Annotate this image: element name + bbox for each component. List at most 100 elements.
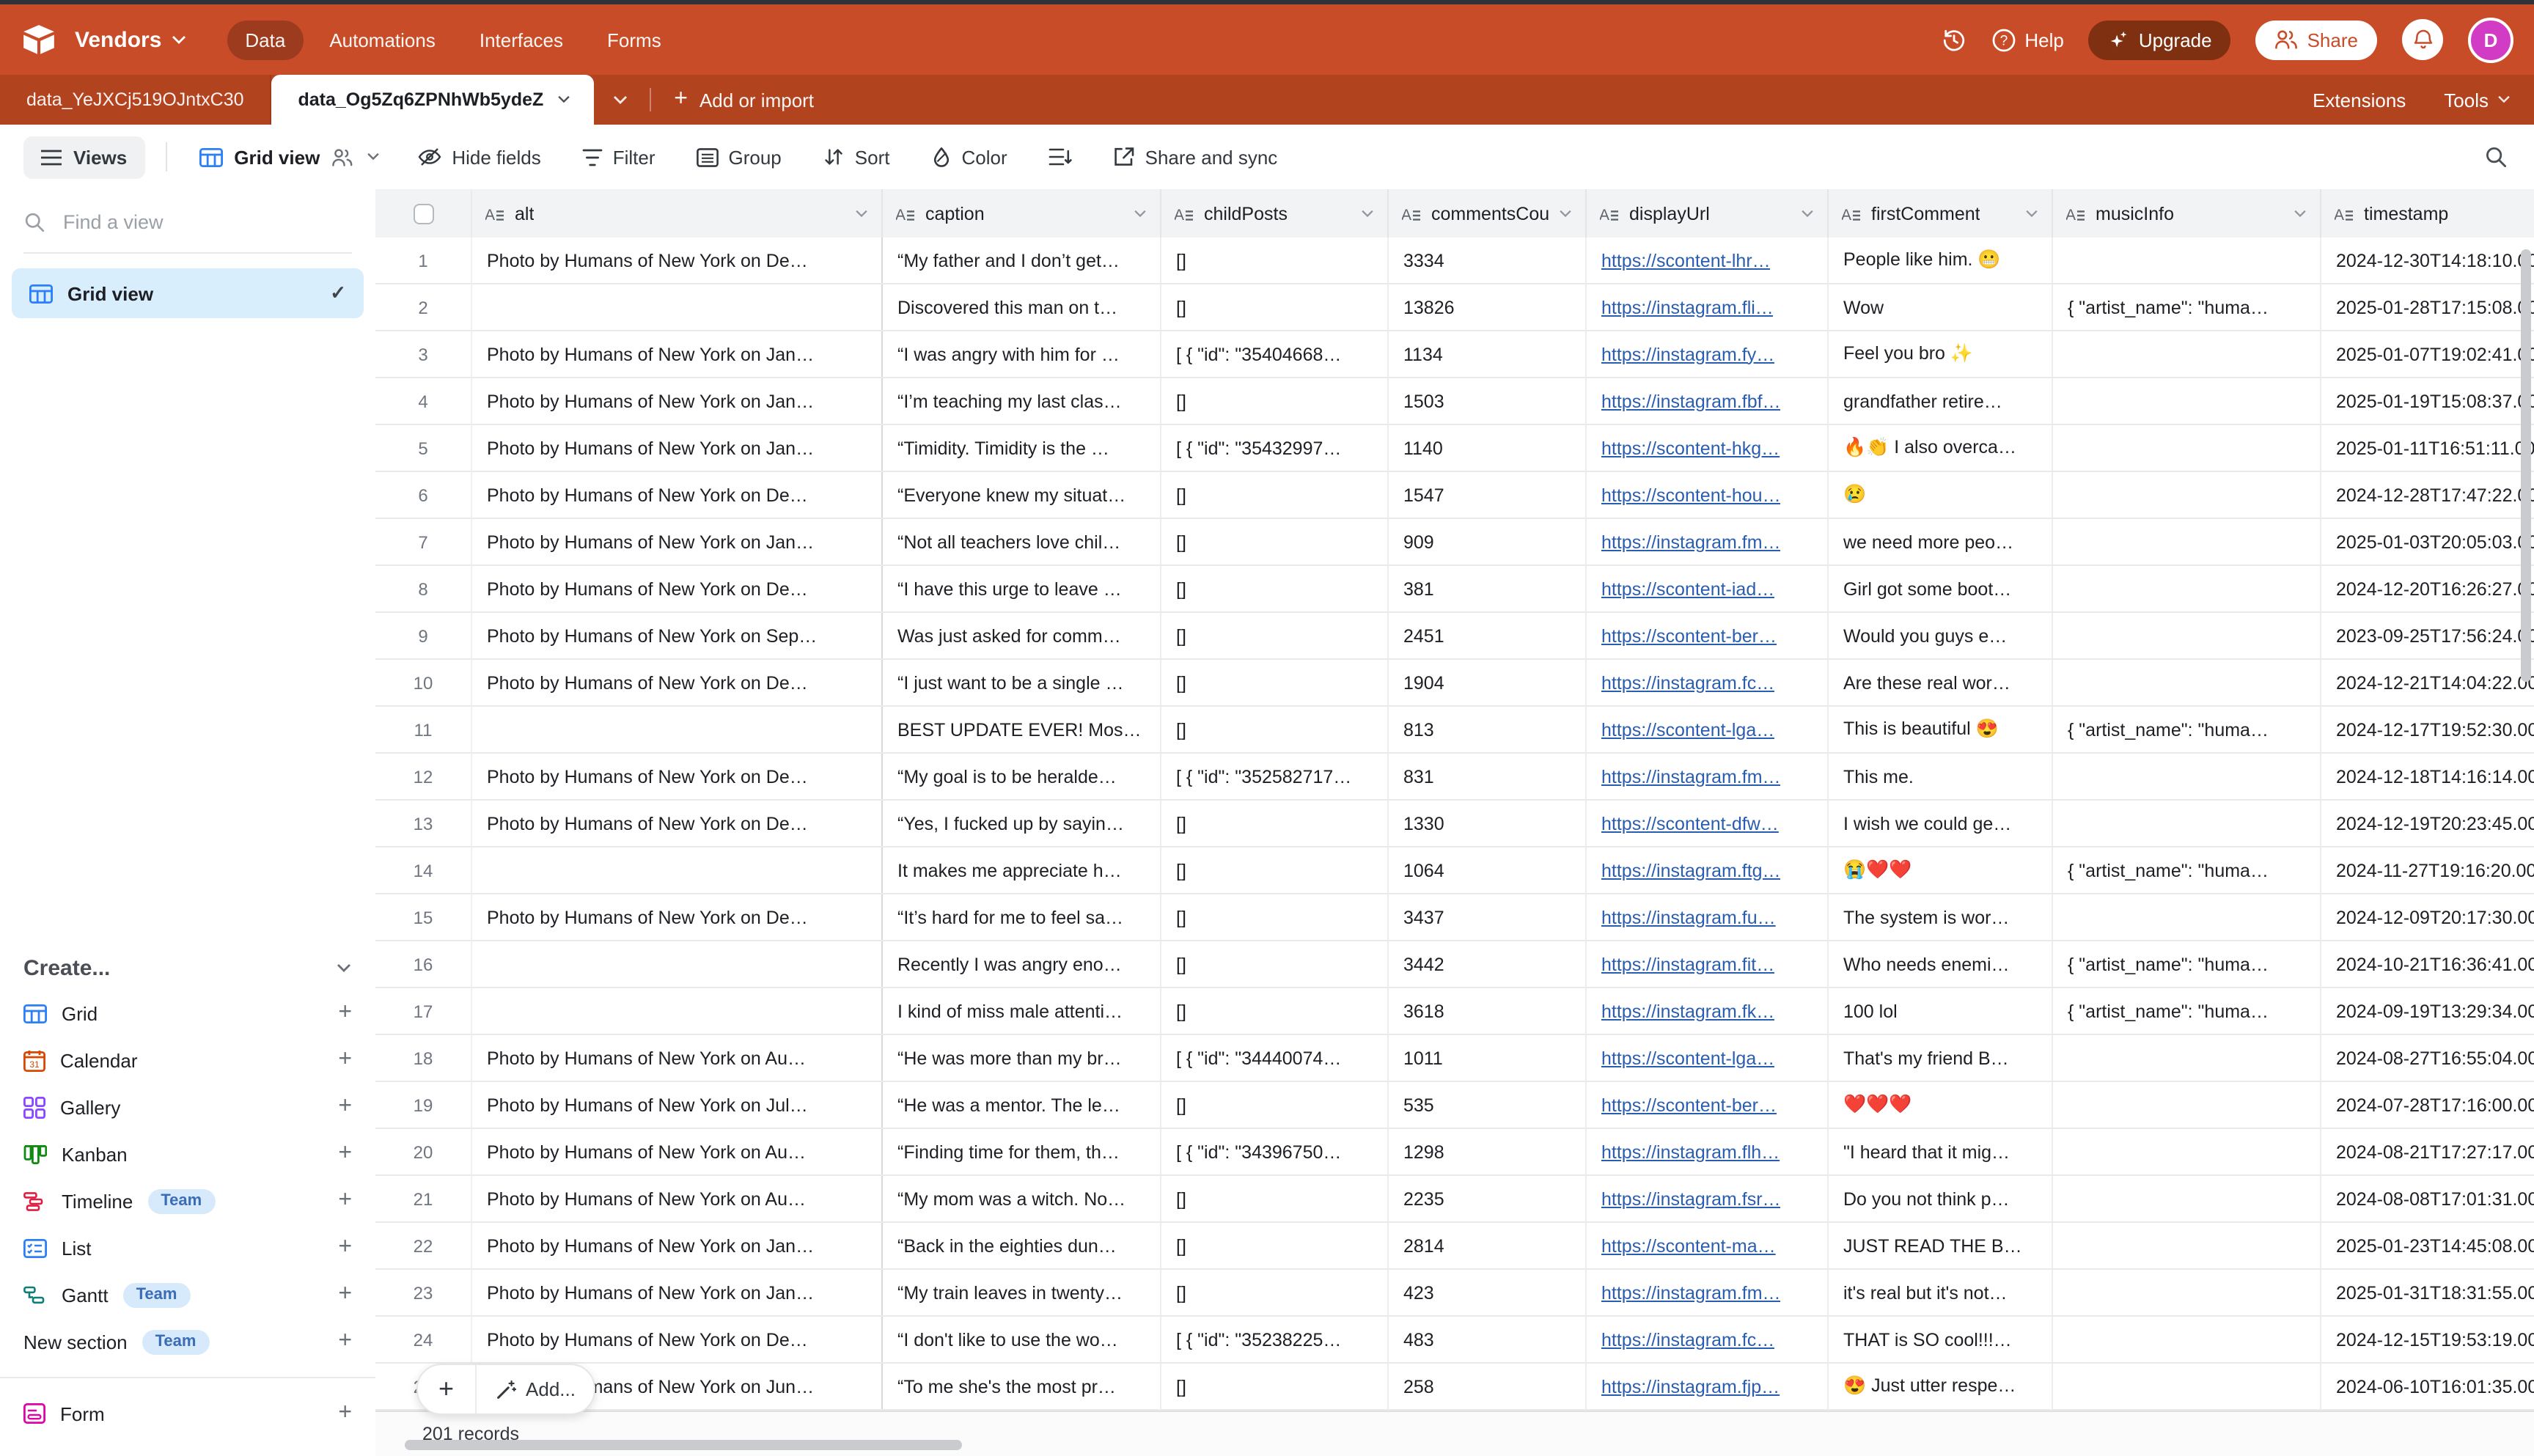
- cell-firstcomment[interactable]: This is beautiful 😍: [1829, 707, 2053, 752]
- cell-timestamp[interactable]: 2024-08-27T16:55:04.000Z: [2321, 1035, 2534, 1081]
- table-row[interactable]: 12Photo by Humans of New York on De…“My …: [375, 754, 2534, 801]
- cell-alt[interactable]: [472, 848, 883, 893]
- table-row[interactable]: 15Photo by Humans of New York on De…“It’…: [375, 894, 2534, 941]
- cell-musicinfo[interactable]: { "artist_name": "huma…: [2053, 848, 2321, 893]
- checkbox-icon[interactable]: [413, 203, 433, 224]
- cell-musicinfo[interactable]: [2053, 1035, 2321, 1081]
- cell-caption[interactable]: “My train leaves in twenty…: [883, 1270, 1161, 1315]
- cell-displayurl[interactable]: https://scontent-lga…: [1587, 707, 1829, 752]
- tools-button[interactable]: Tools: [2444, 89, 2511, 111]
- cell-timestamp[interactable]: 2024-08-21T17:27:17.000Z: [2321, 1129, 2534, 1174]
- cell-commentscount[interactable]: 909: [1389, 519, 1587, 565]
- vertical-scrollbar[interactable]: [2521, 249, 2531, 682]
- cell-childposts[interactable]: []: [1161, 1364, 1389, 1409]
- add-with-ai-button[interactable]: Add...: [476, 1365, 595, 1413]
- cell-displayurl[interactable]: https://instagram.fsr…: [1587, 1176, 1829, 1221]
- cell-musicinfo[interactable]: [2053, 613, 2321, 658]
- cell-caption[interactable]: Recently I was angry eno…: [883, 941, 1161, 987]
- horizontal-scrollbar[interactable]: [405, 1440, 962, 1450]
- cell-alt[interactable]: [472, 284, 883, 330]
- cell-displayurl[interactable]: https://scontent-ber…: [1587, 613, 1829, 658]
- workspace-menu[interactable]: Vendors: [75, 27, 186, 52]
- cell-childposts[interactable]: []: [1161, 894, 1389, 940]
- cell-timestamp[interactable]: 2024-12-17T19:52:30.000Z: [2321, 707, 2534, 752]
- table-row[interactable]: 5Photo by Humans of New York on Jan…“Tim…: [375, 425, 2534, 472]
- cell-childposts[interactable]: []: [1161, 284, 1389, 330]
- cell-timestamp[interactable]: 2025-01-07T19:02:41.000Z: [2321, 331, 2534, 377]
- cell-timestamp[interactable]: 2024-12-20T16:26:27.000Z: [2321, 566, 2534, 611]
- share-and-sync-button[interactable]: Share and sync: [1098, 137, 1293, 177]
- cell-alt[interactable]: [472, 941, 883, 987]
- cell-caption[interactable]: “I don't like to use the wo…: [883, 1317, 1161, 1362]
- cell-caption[interactable]: “To me she's the most pr…: [883, 1364, 1161, 1409]
- nav-forms[interactable]: Forms: [590, 20, 679, 59]
- cell-caption[interactable]: “Everyone knew my situat…: [883, 472, 1161, 518]
- cell-musicinfo[interactable]: [2053, 894, 2321, 940]
- cell-timestamp[interactable]: 2025-01-28T17:15:08.000Z: [2321, 284, 2534, 330]
- cell-firstcomment[interactable]: Wow: [1829, 284, 2053, 330]
- cell-childposts[interactable]: []: [1161, 988, 1389, 1034]
- cell-commentscount[interactable]: 1330: [1389, 801, 1587, 846]
- nav-interfaces[interactable]: Interfaces: [462, 20, 581, 59]
- cell-commentscount[interactable]: 1140: [1389, 425, 1587, 471]
- plus-icon[interactable]: +: [338, 1402, 352, 1425]
- cell-timestamp[interactable]: 2024-12-15T19:53:19.000Z: [2321, 1317, 2534, 1362]
- cell-displayurl[interactable]: https://instagram.fc…: [1587, 660, 1829, 705]
- cell-alt[interactable]: Photo by Humans of New York on De…: [472, 1317, 883, 1362]
- cell-childposts[interactable]: []: [1161, 848, 1389, 893]
- cell-childposts[interactable]: []: [1161, 941, 1389, 987]
- cell-timestamp[interactable]: 2024-12-28T17:47:22.000Z: [2321, 472, 2534, 518]
- cell-alt[interactable]: Photo by Humans of New York on De…: [472, 472, 883, 518]
- table-row[interactable]: 10Photo by Humans of New York on De…“I j…: [375, 660, 2534, 707]
- cell-musicinfo[interactable]: [2053, 1364, 2321, 1409]
- table-row[interactable]: 16Recently I was angry eno…[]3442https:/…: [375, 941, 2534, 988]
- cell-firstcomment[interactable]: That's my friend B…: [1829, 1035, 2053, 1081]
- cell-displayurl[interactable]: https://instagram.fk…: [1587, 988, 1829, 1034]
- cell-childposts[interactable]: [ { "id": "35238225…: [1161, 1317, 1389, 1362]
- cell-alt[interactable]: Photo by Humans of New York on Jan…: [472, 1270, 883, 1315]
- chevron-down-icon[interactable]: [1801, 209, 1814, 218]
- cell-commentscount[interactable]: 1904: [1389, 660, 1587, 705]
- cell-commentscount[interactable]: 13826: [1389, 284, 1587, 330]
- row-height-button[interactable]: [1034, 138, 1087, 176]
- cell-musicinfo[interactable]: { "artist_name": "huma…: [2053, 284, 2321, 330]
- notifications-button[interactable]: [2402, 19, 2443, 60]
- create-header[interactable]: Create...: [0, 946, 375, 990]
- upgrade-button[interactable]: Upgrade: [2089, 20, 2231, 59]
- cell-caption[interactable]: “It’s hard for me to feel sa…: [883, 894, 1161, 940]
- cell-caption[interactable]: “My father and I don’t get…: [883, 238, 1161, 283]
- chevron-down-icon[interactable]: [1559, 209, 1572, 218]
- table-row[interactable]: 9Photo by Humans of New York on Sep…Was …: [375, 613, 2534, 660]
- table-row[interactable]: 8Photo by Humans of New York on De…“I ha…: [375, 566, 2534, 613]
- cell-commentscount[interactable]: 258: [1389, 1364, 1587, 1409]
- plus-icon[interactable]: +: [338, 1330, 352, 1353]
- cell-alt[interactable]: Photo by Humans of New York on De…: [472, 801, 883, 846]
- cell-commentscount[interactable]: 1503: [1389, 378, 1587, 424]
- plus-icon[interactable]: +: [338, 1236, 352, 1260]
- cell-caption[interactable]: “He was more than my br…: [883, 1035, 1161, 1081]
- color-button[interactable]: Color: [916, 137, 1021, 177]
- help-button[interactable]: ? Help: [1991, 27, 2064, 52]
- sidebar-item-calendar[interactable]: 31Calendar+: [0, 1037, 375, 1084]
- cell-timestamp[interactable]: 2024-12-09T20:17:30.000Z: [2321, 894, 2534, 940]
- cell-childposts[interactable]: []: [1161, 566, 1389, 611]
- cell-displayurl[interactable]: https://instagram.ftg…: [1587, 848, 1829, 893]
- avatar[interactable]: D: [2468, 17, 2513, 62]
- cell-musicinfo[interactable]: { "artist_name": "huma…: [2053, 988, 2321, 1034]
- cell-musicinfo[interactable]: { "artist_name": "huma…: [2053, 707, 2321, 752]
- cell-childposts[interactable]: []: [1161, 238, 1389, 283]
- cell-caption[interactable]: It makes me appreciate h…: [883, 848, 1161, 893]
- plus-icon[interactable]: +: [338, 1095, 352, 1119]
- cell-commentscount[interactable]: 3334: [1389, 238, 1587, 283]
- column-header-commentscount[interactable]: AcommentsCount: [1389, 189, 1587, 238]
- cell-timestamp[interactable]: 2024-07-28T17:16:00.000Z: [2321, 1082, 2534, 1128]
- cell-commentscount[interactable]: 1134: [1389, 331, 1587, 377]
- cell-timestamp[interactable]: 2023-09-25T17:56:24.000Z: [2321, 613, 2534, 658]
- table-row[interactable]: 7Photo by Humans of New York on Jan…“Not…: [375, 519, 2534, 566]
- cell-commentscount[interactable]: 2451: [1389, 613, 1587, 658]
- cell-caption[interactable]: “I have this urge to leave …: [883, 566, 1161, 611]
- cell-commentscount[interactable]: 3618: [1389, 988, 1587, 1034]
- cell-displayurl[interactable]: https://scontent-hkg…: [1587, 425, 1829, 471]
- cell-alt[interactable]: Photo by Humans of New York on Jan…: [472, 519, 883, 565]
- select-all-checkbox[interactable]: [375, 189, 472, 238]
